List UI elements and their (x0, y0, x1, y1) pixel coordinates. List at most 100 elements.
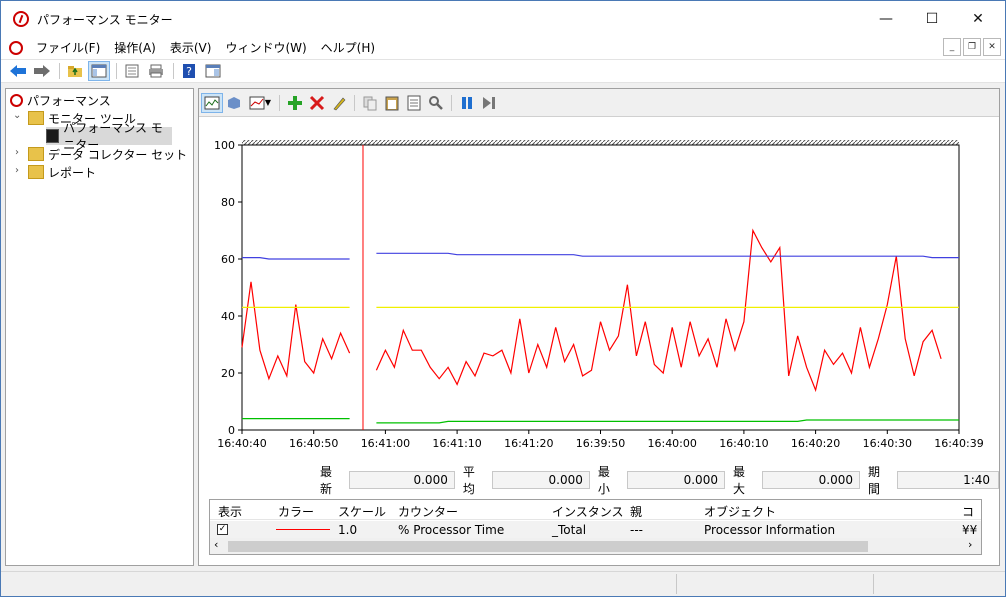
graph-properties-button[interactable] (403, 93, 425, 113)
folder-icon (28, 111, 44, 125)
statistics-bar: 最新 0.000 平均 0.000 最小 0.000 最大 0.000 期間 1… (199, 465, 1000, 496)
x-tick-label: 16:39:50 (576, 437, 625, 450)
add-counter-button[interactable] (284, 93, 306, 113)
menu-action[interactable]: 操作(A) (107, 37, 163, 59)
x-tick-label: 16:40:30 (863, 437, 912, 450)
print-button[interactable] (145, 61, 167, 81)
zoom-button[interactable] (425, 93, 447, 113)
col-object[interactable]: オブジェクト (704, 503, 776, 520)
highlighter-icon (333, 97, 346, 110)
toolbar-separator (59, 63, 60, 79)
menu-file[interactable]: ファイル(F) (29, 37, 107, 59)
col-scale[interactable]: スケール (338, 503, 386, 520)
tree-item-reports[interactable]: レポート (28, 163, 96, 181)
change-graph-type-button[interactable]: ▼ (245, 93, 275, 113)
pause-icon (462, 96, 472, 109)
col-color[interactable]: カラー (278, 503, 314, 520)
menu-help[interactable]: ヘルプ(H) (314, 37, 382, 59)
printer-icon (149, 64, 163, 78)
duration-value: 1:40 (897, 471, 1000, 489)
row-computer: ¥¥ (962, 523, 978, 537)
y-tick-label: 40 (221, 310, 235, 323)
view-log-data-button[interactable] (223, 93, 245, 113)
forward-button[interactable] (31, 61, 53, 81)
properties-icon (407, 95, 421, 110)
show-hide-console-tree-button[interactable] (88, 61, 110, 81)
maximize-button[interactable]: ☐ (909, 1, 955, 37)
maximum-value: 0.000 (762, 471, 861, 489)
tree-label: レポート (48, 165, 97, 180)
x-tick-label: 16:41:20 (504, 437, 553, 450)
properties-button[interactable] (121, 61, 143, 81)
delete-x-icon (309, 95, 325, 110)
y-tick-label: 80 (221, 196, 235, 209)
plot-frame (241, 144, 960, 431)
latest-label: 最新 (320, 465, 333, 496)
system-menu-icon[interactable] (9, 41, 23, 55)
mdi-minimize-button[interactable]: _ (943, 38, 961, 56)
console-tree: パフォーマンス ⌄ モニター ツール パフォーマンス モニター › データ コレ… (5, 88, 194, 566)
x-tick-label: 16:41:10 (432, 437, 481, 450)
tree-item-data-collector-sets[interactable]: データ コレクター セット (28, 145, 187, 163)
back-button[interactable] (7, 61, 29, 81)
col-show[interactable]: 表示 (218, 503, 242, 520)
menu-view[interactable]: 表示(V) (163, 37, 219, 59)
counter-legend[interactable]: 表示 カラー スケール カウンター インスタンス 親 オブジェクト コ ✓ 1.… (209, 499, 982, 555)
main-toolbar: ? (1, 59, 1005, 83)
scroll-left-icon[interactable]: ‹ (214, 538, 218, 551)
legend-horizontal-scrollbar[interactable]: ‹ › (210, 538, 981, 554)
col-parent[interactable]: 親 (630, 503, 642, 520)
menu-window[interactable]: ウィンドウ(W) (218, 37, 313, 59)
y-tick-label: 0 (228, 424, 235, 437)
show-checkbox[interactable]: ✓ (217, 524, 228, 535)
minimum-value: 0.000 (627, 471, 725, 489)
update-data-button[interactable] (478, 93, 500, 113)
menu-bar: ファイル(F) 操作(A) 表示(V) ウィンドウ(W) ヘルプ(H) (1, 37, 1005, 59)
up-folder-button[interactable] (64, 61, 86, 81)
chevron-right-icon[interactable]: › (15, 147, 19, 158)
performance-graph[interactable]: 0 20 40 60 80 100 16:40:40 16:40:50 16:41:00 16:… (199, 118, 999, 463)
action-pane-icon (205, 64, 221, 78)
toolbar-separator (354, 94, 355, 111)
x-tick-label: 16:40:40 (217, 437, 266, 450)
minimize-button[interactable]: — (863, 1, 909, 37)
mdi-restore-button[interactable]: ❐ (963, 38, 981, 56)
status-divider (873, 574, 874, 594)
graph-type-icon (249, 96, 265, 109)
chevron-down-icon[interactable]: ⌄ (13, 110, 21, 121)
average-label: 平均 (462, 465, 475, 496)
mdi-close-button[interactable]: ✕ (983, 38, 1001, 56)
tree-item-performance[interactable]: パフォーマンス (10, 91, 111, 109)
tree-label: データ コレクター セット (48, 147, 188, 162)
delete-counter-button[interactable] (306, 93, 328, 113)
log-data-icon (228, 96, 240, 109)
col-instance[interactable]: インスタンス (552, 503, 624, 520)
chevron-right-icon[interactable]: › (15, 165, 19, 176)
paste-counter-list-button[interactable] (381, 93, 403, 113)
x-tick-label: 16:40:00 (647, 437, 696, 450)
copy-properties-button[interactable] (359, 93, 381, 113)
help-button[interactable]: ? (178, 61, 200, 81)
scroll-thumb[interactable] (228, 541, 868, 552)
freeze-display-button[interactable] (456, 93, 478, 113)
tree-item-performance-monitor[interactable]: パフォーマンス モニター (46, 121, 172, 152)
graph-view-icon (204, 96, 220, 109)
col-counter[interactable]: カウンター (398, 503, 458, 520)
reports-folder-icon (28, 165, 44, 179)
row-parent: --- (630, 523, 643, 537)
properties-icon (125, 64, 139, 78)
highlight-button[interactable] (328, 93, 350, 113)
help-icon: ? (183, 64, 195, 78)
x-tick-label: 16:40:10 (719, 437, 768, 450)
scroll-right-icon[interactable]: › (968, 538, 972, 551)
toolbar-separator (116, 63, 117, 79)
data-collector-folder-icon (28, 147, 44, 161)
row-counter: % Processor Time (398, 523, 505, 537)
legend-row[interactable]: ✓ 1.0 % Processor Time _Total --- Proces… (210, 521, 981, 539)
graph-top-hatch (242, 140, 959, 145)
view-current-activity-button[interactable] (201, 92, 223, 113)
close-button[interactable]: ✕ (955, 1, 1001, 37)
col-computer[interactable]: コ (962, 503, 974, 520)
show-hide-action-pane-button[interactable] (202, 61, 224, 81)
line-chart: 0 20 40 60 80 100 16:40:40 16:40:50 16:41:00 16:… (214, 139, 984, 450)
